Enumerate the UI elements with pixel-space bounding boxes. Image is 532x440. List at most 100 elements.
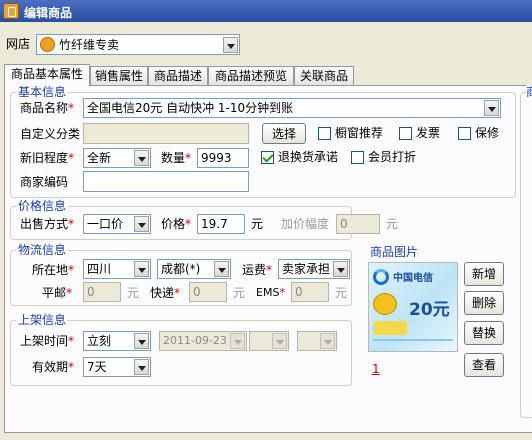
city-select[interactable]: 成都(*) [157, 259, 231, 279]
ems-label: EMS* [256, 286, 285, 299]
card-amount-text: 20元 [409, 300, 450, 320]
invoice-checkbox[interactable] [399, 127, 412, 140]
price-field[interactable]: 19.7 [197, 214, 245, 234]
price-info-title: 价格信息 [16, 199, 69, 213]
card-badge-icon [373, 293, 397, 315]
express-unit: 元 [233, 286, 246, 300]
shop-logo-icon [40, 37, 55, 52]
product-image-title: 商品图片 [370, 245, 419, 259]
delete-image-button[interactable]: 删除 [464, 291, 504, 315]
return-promise-label: 退换货承诺 [278, 150, 339, 164]
chevron-down-icon[interactable] [134, 261, 149, 277]
right-group-title-fragment: 商 [526, 85, 532, 99]
list-time-label: 上架时间* [20, 334, 75, 348]
window-recommend-checkbox[interactable] [318, 127, 331, 140]
tab-description-preview[interactable]: 商品描述预览 [208, 66, 294, 86]
listing-info-title: 上架信息 [16, 313, 69, 327]
quantity-label: 数量* [161, 151, 192, 165]
chevron-down-icon[interactable] [223, 37, 238, 53]
tab-description[interactable]: 商品描述 [148, 66, 208, 86]
tab-related-products[interactable]: 关联商品 [294, 66, 354, 86]
app-icon [3, 3, 19, 19]
shipping-select[interactable]: 卖家承担 [278, 259, 350, 279]
express-label: 快递* [150, 286, 181, 300]
list-time-value: 立刻 [87, 334, 112, 348]
return-promise-checkbox[interactable] [261, 151, 274, 164]
card-logo-text: 中国电信 [393, 273, 433, 284]
condition-select[interactable]: 全新 [83, 148, 151, 168]
member-discount-label: 会员打折 [368, 150, 417, 164]
post-unit: 元 [127, 286, 140, 300]
chevron-down-icon[interactable] [134, 150, 149, 166]
member-discount-checkbox[interactable] [351, 151, 364, 164]
window-title: 编辑商品 [24, 6, 73, 20]
listing-info-group [10, 320, 352, 386]
increment-label: 加价幅度 [281, 217, 330, 231]
ems-unit: 元 [335, 286, 348, 300]
add-image-button[interactable]: 新增 [464, 262, 504, 286]
sale-method-value: 一口价 [87, 217, 124, 231]
price-unit: 元 [251, 217, 264, 231]
merchant-code-field[interactable] [83, 171, 249, 192]
increment-field: 0 [336, 214, 380, 234]
custom-category-label: 自定义分类 [20, 127, 81, 141]
chevron-down-icon[interactable] [484, 100, 499, 116]
post-fee-field: 0 [83, 282, 121, 302]
price-label: 价格* [161, 217, 192, 231]
sale-method-label: 出售方式* [20, 217, 75, 231]
validity-select[interactable]: 7天 [83, 357, 151, 377]
image-index-link[interactable]: 1 [372, 362, 380, 376]
invoice-label: 发票 [416, 126, 441, 140]
list-date-value: 2011-09-23 [163, 334, 227, 347]
shop-value: 竹纤维专卖 [59, 38, 120, 52]
telecom-logo-icon [373, 269, 389, 285]
list-hour-select [249, 331, 289, 351]
product-image-thumbnail[interactable]: 中国电信 20元 [368, 262, 458, 352]
condition-label: 新旧程度* [20, 151, 75, 165]
post-label: 平邮* [42, 286, 73, 300]
card-sticker-icon [373, 321, 407, 335]
chevron-down-icon[interactable] [214, 261, 229, 277]
warranty-checkbox[interactable] [458, 127, 471, 140]
chevron-down-icon [230, 333, 245, 349]
replace-image-button[interactable]: 替换 [464, 321, 504, 345]
chevron-down-icon[interactable] [333, 261, 348, 277]
location-label: 所在地* [32, 263, 75, 277]
warranty-label: 保修 [475, 126, 500, 140]
window-recommend-label: 橱窗推荐 [335, 126, 384, 140]
logistics-info-title: 物流信息 [16, 243, 69, 257]
shipping-value: 卖家承担 [282, 262, 331, 276]
chevron-down-icon[interactable] [134, 359, 149, 375]
merchant-code-label: 商家编码 [20, 175, 69, 189]
condition-value: 全新 [87, 151, 112, 165]
ems-fee-field: 0 [291, 282, 329, 302]
quantity-field[interactable]: 9993 [197, 148, 249, 168]
province-select[interactable]: 四川 [83, 259, 151, 279]
product-name-select[interactable]: 全国电信20元 自动快冲 1-10分钟到账 [83, 98, 501, 118]
list-minute-select [297, 331, 337, 351]
validity-label: 有效期* [32, 360, 75, 374]
chevron-down-icon[interactable] [134, 216, 149, 232]
title-bar: 编辑商品 [0, 0, 532, 22]
list-time-select[interactable]: 立刻 [83, 331, 151, 351]
card-stripe [373, 339, 453, 341]
province-value: 四川 [87, 262, 112, 276]
right-group-frame [520, 92, 532, 418]
shop-label: 网店 [6, 37, 31, 51]
custom-category-field [83, 123, 249, 144]
tab-sales-attributes[interactable]: 销售属性 [90, 66, 148, 86]
validity-value: 7天 [87, 360, 107, 374]
list-date-picker: 2011-09-23 [159, 331, 247, 351]
product-name-label: 商品名称* [20, 101, 75, 115]
chevron-down-icon[interactable] [134, 333, 149, 349]
tab-basic-attributes[interactable]: 商品基本属性 [4, 64, 90, 86]
express-fee-field: 0 [189, 282, 227, 302]
chevron-down-icon [272, 333, 287, 349]
product-name-value: 全国电信20元 自动快冲 1-10分钟到账 [87, 101, 294, 115]
shop-select[interactable]: 竹纤维专卖 [36, 34, 240, 55]
sale-method-select[interactable]: 一口价 [83, 214, 151, 234]
basic-info-title: 基本信息 [16, 85, 69, 99]
view-image-button[interactable]: 查看 [464, 353, 504, 377]
select-category-button[interactable]: 选择 [262, 123, 306, 144]
chevron-down-icon [320, 333, 335, 349]
